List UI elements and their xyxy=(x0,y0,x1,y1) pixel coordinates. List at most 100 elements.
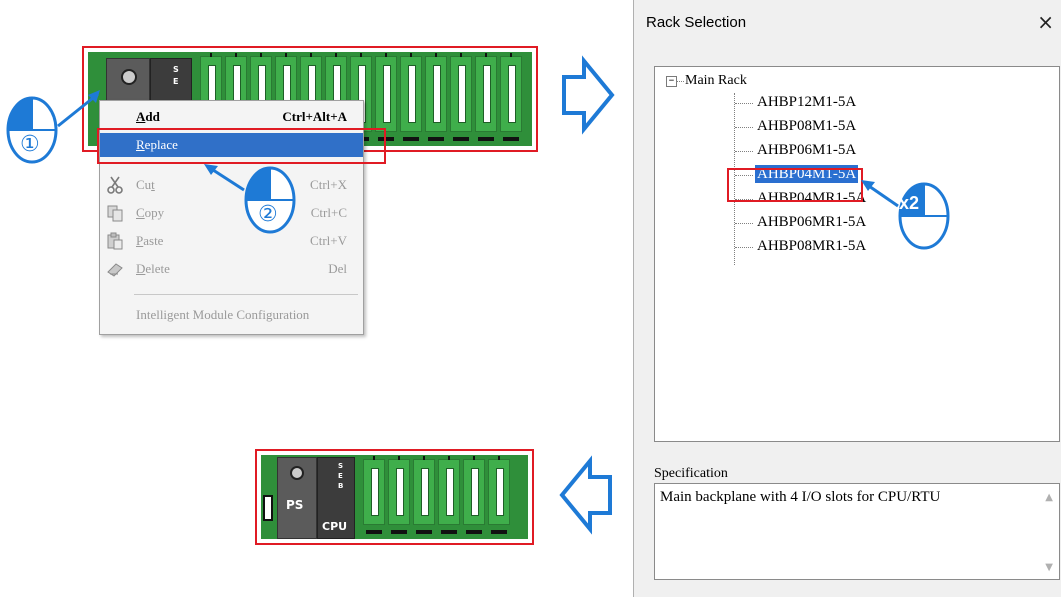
slot-tick xyxy=(460,53,462,57)
delete-icon xyxy=(107,263,123,277)
menu-item-delete[interactable]: Delete Del xyxy=(100,257,363,281)
ps-module[interactable]: PS xyxy=(277,457,317,539)
ps-led-icon xyxy=(290,466,304,480)
slot-connector xyxy=(433,65,441,123)
io-slot[interactable] xyxy=(413,456,435,534)
mouse-icon xyxy=(6,90,100,164)
slot-tick xyxy=(335,53,337,57)
io-slot[interactable] xyxy=(500,53,522,141)
slot-connector xyxy=(371,468,379,516)
slot-foot xyxy=(466,530,482,534)
slot-foot xyxy=(391,530,407,534)
slot-tick xyxy=(510,53,512,57)
specification-text: Main backplane with 4 I/O slots for CPU/… xyxy=(660,489,941,505)
tree-guide-line xyxy=(735,103,753,104)
tree-guide-line xyxy=(735,247,753,248)
tree-item-rack-model[interactable]: AHBP06MR1-5A xyxy=(755,213,868,231)
dialog-title: Rack Selection xyxy=(646,14,747,31)
slot-tick xyxy=(435,53,437,57)
flow-arrow-right-icon xyxy=(562,55,615,135)
slot-tick xyxy=(448,456,450,460)
cpu-label: CPU xyxy=(322,520,348,533)
menu-item-shortcut: Ctrl+X xyxy=(310,177,347,192)
slot-connector xyxy=(496,468,504,516)
cpu-module[interactable]: S E B CPU xyxy=(317,457,355,539)
ps-led-icon xyxy=(121,69,137,85)
slot-tick xyxy=(423,456,425,460)
tree-item-rack-model[interactable]: AHBP08M1-5A xyxy=(755,117,858,135)
slot-tick xyxy=(485,53,487,57)
slot-tick xyxy=(285,53,287,57)
slot-tick xyxy=(473,456,475,460)
slot-tick xyxy=(235,53,237,57)
copy-icon xyxy=(107,205,123,222)
io-slot[interactable] xyxy=(388,456,410,534)
cpu-led-label: E xyxy=(338,472,343,480)
tree-guide-line xyxy=(735,127,753,128)
io-slot[interactable] xyxy=(450,53,472,141)
menu-item-shortcut: Ctrl+C xyxy=(310,205,347,220)
io-slot[interactable] xyxy=(475,53,497,141)
tree-guide-line xyxy=(735,223,753,224)
slot-connector xyxy=(508,65,516,123)
result-rack[interactable]: PS S E B CPU xyxy=(255,449,534,545)
rack-tree[interactable]: − Main Rack AHBP12M1-5A AHBP08M1-5A AHBP06… xyxy=(654,66,1060,442)
io-slot[interactable] xyxy=(463,456,485,534)
rack-backplane: PS S E B CPU xyxy=(261,455,528,539)
slot-connector xyxy=(446,468,454,516)
menu-item-add[interactable]: Add Ctrl+Alt+A xyxy=(100,105,363,129)
menu-separator xyxy=(134,294,358,295)
slot-tick xyxy=(260,53,262,57)
slot-foot xyxy=(441,530,457,534)
io-slot[interactable] xyxy=(425,53,447,141)
scroll-down-icon[interactable]: ▼ xyxy=(1045,562,1053,573)
menu-item-shortcut: Ctrl+V xyxy=(310,233,347,248)
slot-connector xyxy=(383,65,391,123)
io-slot[interactable] xyxy=(375,53,397,141)
close-icon[interactable]: × xyxy=(1037,10,1054,34)
slot-foot xyxy=(478,137,494,141)
selected-item-highlight-box xyxy=(727,168,863,202)
slot-foot xyxy=(503,137,519,141)
tree-guide-line xyxy=(735,151,753,152)
scroll-up-icon[interactable]: ▲ xyxy=(1045,492,1053,503)
specification-label: Specification xyxy=(654,466,728,481)
tree-item-rack-model[interactable]: AHBP12M1-5A xyxy=(755,93,858,111)
rack-connector xyxy=(263,495,273,521)
slot-foot xyxy=(403,137,419,141)
tree-item-rack-model[interactable]: AHBP08MR1-5A xyxy=(755,237,868,255)
slot-tick xyxy=(410,53,412,57)
io-slot[interactable] xyxy=(400,53,422,141)
slot-tick xyxy=(373,456,375,460)
slot-foot xyxy=(416,530,432,534)
slot-connector xyxy=(483,65,491,123)
menu-item-shortcut: Del xyxy=(328,261,347,276)
slot-tick xyxy=(498,456,500,460)
tree-item-rack-model[interactable]: AHBP06M1-5A xyxy=(755,141,858,159)
slot-connector xyxy=(421,468,429,516)
double-click-label: x2 xyxy=(899,193,920,213)
io-slot[interactable] xyxy=(488,456,510,534)
tree-root-main-rack[interactable]: Main Rack xyxy=(685,73,747,89)
io-slot[interactable] xyxy=(363,456,385,534)
slot-foot xyxy=(428,137,444,141)
cpu-led-label: S xyxy=(338,462,344,470)
menu-item-intelligent-module-configuration[interactable]: Intelligent Module Configuration xyxy=(100,303,363,327)
slot-tick xyxy=(360,53,362,57)
slot-foot xyxy=(453,137,469,141)
menu-item-label: dd xyxy=(145,109,160,124)
slot-foot xyxy=(491,530,507,534)
menu-item-shortcut: Ctrl+Alt+A xyxy=(282,109,347,124)
io-slot[interactable] xyxy=(438,456,460,534)
slot-connector xyxy=(396,468,404,516)
slot-connector xyxy=(471,468,479,516)
paste-icon xyxy=(107,232,123,250)
step-2-number: ② xyxy=(258,202,278,227)
specification-box[interactable]: Main backplane with 4 I/O slots for CPU/… xyxy=(654,483,1060,580)
slot-tick xyxy=(310,53,312,57)
slot-connector xyxy=(408,65,416,123)
slot-tick xyxy=(385,53,387,57)
flow-arrow-left-icon xyxy=(559,455,612,535)
slot-connector xyxy=(458,65,466,123)
step-1-number: ① xyxy=(20,132,40,157)
